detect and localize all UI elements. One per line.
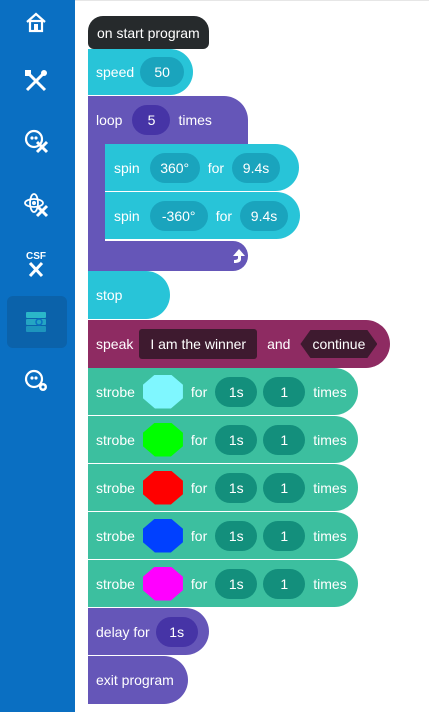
speak-mode-dropdown[interactable]: continue xyxy=(300,330,377,358)
tools-icon[interactable] xyxy=(17,62,55,100)
csf-tools-icon[interactable]: CSF xyxy=(17,244,55,282)
strobe-label: strobe xyxy=(96,431,135,448)
loop-label: loop xyxy=(96,112,123,128)
home-icon[interactable] xyxy=(17,4,55,42)
loop-times-label: times xyxy=(178,112,212,128)
strobe-times-label: times xyxy=(313,527,347,544)
speak-text-input[interactable]: I am the winner xyxy=(139,329,258,359)
strobe-times-label: times xyxy=(313,431,347,448)
speak-and-label: and xyxy=(267,336,291,352)
strobe-count-input[interactable]: 1 xyxy=(263,376,306,407)
spin-label-2: spin xyxy=(114,207,140,224)
start-block[interactable]: on start program xyxy=(88,16,209,49)
strobe-label: strobe xyxy=(96,575,135,592)
strobe-count-input[interactable]: 1 xyxy=(263,520,306,551)
strobe-duration-input[interactable]: 1s xyxy=(215,520,258,551)
spin-for-label-1: for xyxy=(207,159,225,176)
strobe-duration-input[interactable]: 1s xyxy=(215,568,258,599)
strobe-label: strobe xyxy=(96,527,135,544)
stop-label: stop xyxy=(96,287,123,303)
strobe-for-label: for xyxy=(190,575,208,592)
strobe-block[interactable]: strobe for 1s 1 times xyxy=(88,464,358,511)
strobe-count-input[interactable]: 1 xyxy=(263,568,306,599)
loop-block-arm xyxy=(88,144,105,241)
strobe-times-label: times xyxy=(313,383,347,400)
strobe-block[interactable]: strobe for 1s 1 times xyxy=(88,560,358,607)
strobe-for-label: for xyxy=(190,383,208,400)
strobe-block[interactable]: strobe for 1s 1 times xyxy=(88,512,358,559)
strobe-color-swatch[interactable] xyxy=(142,470,183,505)
spin-time-input-2[interactable]: 9.4s xyxy=(240,200,289,231)
robot-settings-icon[interactable] xyxy=(17,362,55,400)
spin-for-label-2: for xyxy=(215,207,233,224)
strobe-color-swatch[interactable] xyxy=(142,422,183,457)
spin-block-2[interactable]: spin -360° for 9.4s xyxy=(105,192,300,239)
spin-angle-input-2[interactable]: -360° xyxy=(149,200,208,231)
strobe-label: strobe xyxy=(96,479,135,496)
spin-angle-input-1[interactable]: 360° xyxy=(149,152,200,183)
strobe-duration-input[interactable]: 1s xyxy=(215,472,258,503)
strobe-for-label: for xyxy=(190,527,208,544)
delay-label: delay for xyxy=(96,623,150,640)
strobe-color-swatch[interactable] xyxy=(142,566,183,601)
strobe-count-input[interactable]: 1 xyxy=(263,424,306,455)
loop-block[interactable]: loop 5 times xyxy=(88,96,248,144)
speak-label: speak xyxy=(96,336,134,352)
sidebar: CSF xyxy=(0,0,75,712)
strobe-times-label: times xyxy=(313,479,347,496)
exit-program-block[interactable]: exit program xyxy=(88,656,188,704)
strobe-color-swatch[interactable] xyxy=(142,374,183,409)
stop-block[interactable]: stop xyxy=(88,271,170,319)
strobe-for-label: for xyxy=(190,431,208,448)
start-label: on start program xyxy=(97,24,200,41)
csf-label: CSF xyxy=(26,251,46,262)
strobe-block[interactable]: strobe for 1s 1 times xyxy=(88,416,358,463)
speed-label: speed xyxy=(96,64,135,80)
strobe-times-label: times xyxy=(313,575,347,592)
strobe-for-label: for xyxy=(190,479,208,496)
strobe-label: strobe xyxy=(96,383,135,400)
speed-block[interactable]: speed 50 xyxy=(88,49,193,95)
atom-tools-icon[interactable] xyxy=(17,186,55,224)
robot-tools-icon[interactable] xyxy=(17,122,55,160)
strobe-color-swatch[interactable] xyxy=(142,518,183,553)
strobe-block[interactable]: strobe for 1s 1 times xyxy=(88,368,358,415)
loop-arrow-icon xyxy=(233,249,245,263)
delay-block[interactable]: delay for 1s xyxy=(88,608,209,655)
spin-block-1[interactable]: spin 360° for 9.4s xyxy=(105,144,299,191)
exit-program-label: exit program xyxy=(96,672,174,688)
delay-value-input[interactable]: 1s xyxy=(155,616,198,647)
speak-block[interactable]: speak I am the winner and continue xyxy=(88,320,390,368)
spin-time-input-1[interactable]: 9.4s xyxy=(232,152,281,183)
loop-count-input[interactable]: 5 xyxy=(132,105,171,135)
spin-label-1: spin xyxy=(114,159,140,176)
program-canvas: on start program speed 50 loop 5 times s… xyxy=(75,0,429,713)
strobe-duration-input[interactable]: 1s xyxy=(215,424,258,455)
loop-block-bottom xyxy=(88,241,248,271)
speed-value-input[interactable]: 50 xyxy=(140,57,185,87)
strobe-count-input[interactable]: 1 xyxy=(263,472,306,503)
strobe-duration-input[interactable]: 1s xyxy=(215,376,258,407)
blocks-icon[interactable] xyxy=(17,303,55,341)
